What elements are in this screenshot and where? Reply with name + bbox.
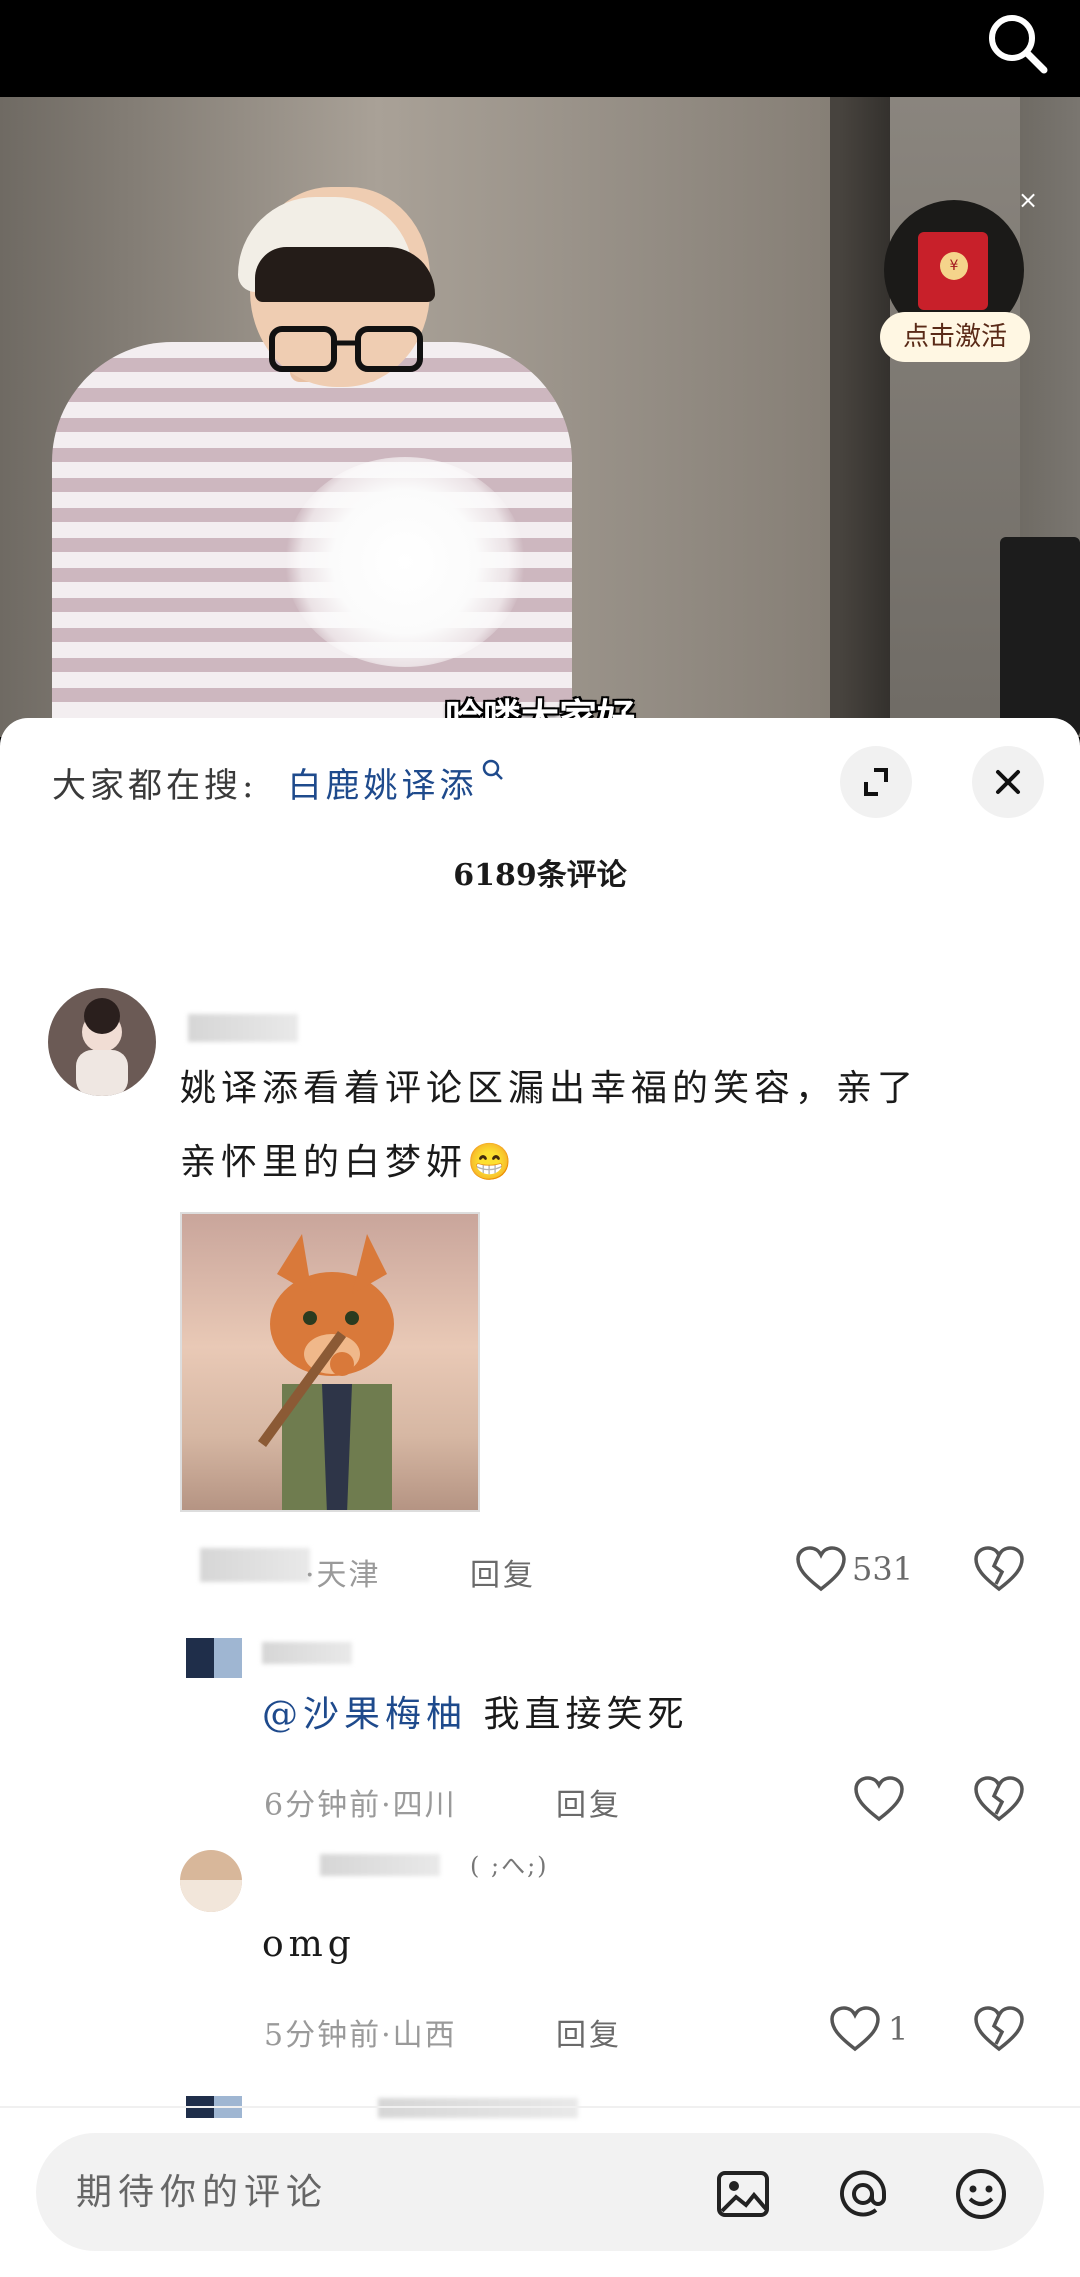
mention-link[interactable]: @沙果梅柚 [262,1694,467,1735]
comment-text: 亲怀里的白梦妍😁 [180,1126,517,1200]
broken-heart-icon[interactable] [974,2006,1024,2052]
comment-text: 姚译添看着评论区漏出幸福的笑容，亲了 [180,1068,919,1109]
divider [0,2106,1080,2108]
emoji-icon[interactable] [954,2167,1008,2221]
red-packet-widget[interactable]: ¥ 点击激活 [880,200,1030,370]
hot-search-term[interactable]: 白鹿姚译添 [287,766,477,806]
search-button[interactable] [982,8,1052,78]
fox-character-image [257,1234,394,1510]
close-panel-button[interactable] [972,746,1044,818]
comment-text-line2: 亲怀里的白梦妍 [180,1142,468,1183]
top-bar [0,0,1080,97]
video-person-hair [255,247,435,302]
video-person-glasses [269,326,423,372]
reply-button[interactable]: 回复 [556,1780,622,1824]
expand-icon [864,768,888,796]
comment-text: @沙果梅柚 我直接笑死 [262,1678,688,1752]
reply-button[interactable]: 回复 [470,1550,536,1594]
comment-meta: 5分钟前·山西 [264,2018,457,2053]
broken-heart-icon[interactable] [974,1776,1024,1822]
comment-panel: 大家都在搜: 白鹿姚译添 6189条评论 姚译添看着评论区漏出幸福的笑容，亲了 亲… [0,718,1080,2277]
comment-input-bar [36,2133,1044,2251]
username-redacted [262,1642,352,1664]
avatar[interactable] [48,988,156,1096]
expand-button[interactable] [840,746,912,818]
search-icon [483,759,504,780]
red-packet-label: 点击激活 [880,312,1030,362]
red-packet-close-button[interactable]: × [1014,186,1042,214]
comment-meta: 6分钟前·四川 [264,1788,457,1823]
reply-button[interactable]: 回复 [556,2010,622,2054]
comment-count: 6189条评论 [453,858,627,893]
coin-icon: ¥ [940,252,968,280]
avatar-image [180,1850,242,1912]
avatar[interactable] [180,1850,242,1912]
search-icon [989,15,1048,74]
hot-search-prefix: 大家都在搜: [52,766,258,806]
like-count: 1 [888,2010,909,2048]
comment-input[interactable] [76,2133,676,2251]
avatar-image [186,1638,242,1678]
comment-sticker-image[interactable] [180,1212,480,1512]
close-icon [996,770,1020,794]
heart-icon[interactable] [830,2006,880,2052]
at-icon[interactable] [836,2167,890,2221]
comment-meta: ·天津 [305,1558,381,1593]
grin-emoji-icon: 😁 [467,1142,517,1183]
comment-text: omg [262,1924,356,1965]
avatar[interactable] [186,1638,242,1694]
hot-search-bar[interactable]: 大家都在搜: 白鹿姚译添 [52,758,505,807]
username-redacted [188,1014,298,1042]
username-redacted [378,2098,578,2118]
heart-icon[interactable] [854,1776,904,1822]
username-redacted [320,1854,440,1876]
broken-heart-icon[interactable] [974,1546,1024,1592]
video-fluffy-object [285,457,525,667]
video-player[interactable]: 哈喽大家好 [0,97,1080,737]
image-icon[interactable] [716,2167,770,2221]
heart-icon[interactable] [796,1546,846,1592]
comment-body: 我直接笑死 [483,1694,689,1735]
like-count: 531 [852,1550,914,1588]
avatar-image [48,988,156,1096]
username-suffix: ( ;へ;) [470,1852,549,1880]
timestamp-redacted [200,1548,310,1582]
